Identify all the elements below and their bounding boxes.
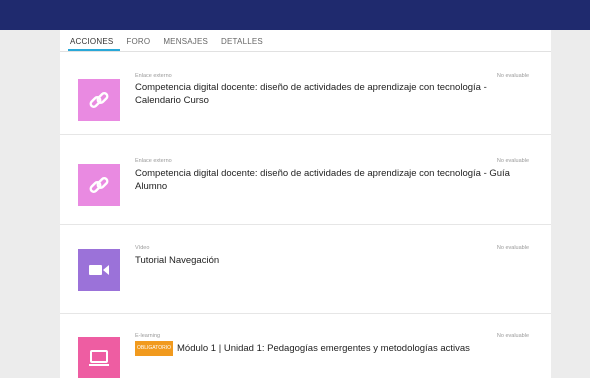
tab-detalles[interactable]: DETALLES (219, 37, 270, 51)
link-icon (78, 164, 120, 206)
laptop-icon (78, 337, 120, 378)
mandatory-badge: OBLIGATORIO (135, 341, 173, 356)
evaluation-status: No evaluable (496, 245, 529, 251)
top-navigation-bar (0, 0, 590, 30)
activity-card-guia-alumno[interactable]: Enlace externo No evaluable Competencia … (60, 135, 551, 225)
activity-card-modulo-1[interactable]: E-learning No evaluable OBLIGATORIO Módul… (60, 314, 551, 378)
activity-card-calendario[interactable]: Enlace externo No evaluable Competencia … (60, 52, 551, 135)
activity-title[interactable]: Competencia digital docente: diseño de a… (135, 81, 515, 107)
evaluation-status: No evaluable (496, 158, 529, 164)
evaluation-status: No evaluable (496, 333, 529, 339)
activity-type-label: Vídeo (135, 245, 150, 251)
tab-bar: ACCIONES FORO MENSAJES DETALLES (60, 30, 551, 52)
activity-title: Módulo 1 | Unidad 1: Pedagogías emergent… (177, 343, 470, 354)
activity-type-label: Enlace externo (135, 73, 172, 79)
evaluation-status: No evaluable (496, 73, 529, 79)
activity-title[interactable]: Competencia digital docente: diseño de a… (135, 167, 515, 193)
tab-mensajes[interactable]: MENSAJES (161, 37, 215, 51)
course-content-panel: ACCIONES FORO MENSAJES DETALLES Enlace e… (60, 30, 551, 378)
activity-title-row[interactable]: OBLIGATORIO Módulo 1 | Unidad 1: Pedagogí… (135, 341, 515, 356)
activity-title[interactable]: Tutorial Navegación (135, 254, 515, 267)
tab-acciones[interactable]: ACCIONES (68, 37, 121, 51)
link-icon (78, 79, 120, 121)
tab-foro[interactable]: FORO (124, 37, 157, 51)
activity-type-label: E-learning (135, 333, 161, 339)
activity-card-tutorial[interactable]: Vídeo No evaluable Tutorial Navegación (60, 225, 551, 314)
video-camera-icon (78, 249, 120, 291)
activity-type-label: Enlace externo (135, 158, 172, 164)
